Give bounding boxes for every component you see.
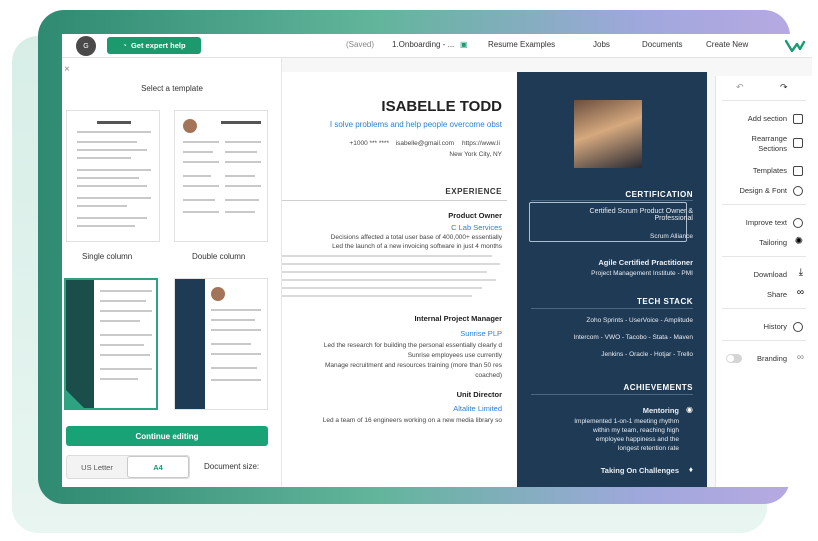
- share-link-icon: ∞: [796, 287, 804, 298]
- cert1-title: Certified Scrum Product Owner & Professi…: [589, 208, 693, 222]
- cert2-title[interactable]: Agile Certified Practitioner: [598, 258, 693, 267]
- lightbulb-icon: ✺: [794, 236, 803, 247]
- panel-title: Select a template: [141, 84, 203, 93]
- avatar[interactable]: G: [76, 36, 96, 56]
- templates-icon: [793, 166, 803, 176]
- cert1-org: Scrum Alliance: [650, 233, 693, 240]
- certification-heading: CERTIFICATION: [625, 190, 693, 199]
- job-company-1[interactable]: C Lab Services: [451, 223, 502, 232]
- resume-preview[interactable]: ISABELLE TODD I solve problems and help …: [282, 72, 707, 487]
- ach1-line-3[interactable]: employee happiness and the: [596, 436, 679, 443]
- profile-photo[interactable]: [574, 100, 642, 168]
- continue-editing-button[interactable]: Continue editing: [66, 426, 268, 446]
- improve-text-icon: [793, 218, 803, 228]
- template-teal-selected[interactable]: [64, 278, 158, 410]
- tech-line-2[interactable]: Intercom - VWO - Tacobo - Stata - Maven: [574, 334, 693, 341]
- history-icon: [793, 322, 803, 332]
- document-size-toggle: US Letter A4: [66, 455, 190, 479]
- job2-bullet-3[interactable]: Manage recruitment and resources trainin…: [325, 362, 502, 369]
- template-double-column[interactable]: [174, 110, 268, 242]
- job3-bullet-1[interactable]: Led a team of 16 engineers working on a …: [323, 417, 502, 424]
- undo-icon[interactable]: ↶: [736, 82, 744, 93]
- tech-line-3[interactable]: Jenkins - Oracle - Hotjar - Trello: [601, 351, 693, 358]
- resume-sidebar: CERTIFICATION Certified Scrum Product Ow…: [517, 72, 707, 487]
- nav-jobs[interactable]: Jobs: [593, 40, 610, 49]
- get-expert-help-button[interactable]: ◔ Get expert help: [107, 37, 201, 54]
- size-us-letter[interactable]: US Letter: [67, 456, 127, 478]
- ach2-title[interactable]: Taking On Challenges: [601, 466, 679, 475]
- job2-bullet-4[interactable]: coached): [475, 372, 502, 379]
- tech-line-1[interactable]: Zoho Sprints - UserVoice - Amplitude: [586, 317, 693, 324]
- url-text[interactable]: https://www.li: [462, 140, 502, 147]
- rearrange-icon: [793, 138, 803, 148]
- resume-name[interactable]: ISABELLE TODD: [381, 98, 502, 115]
- chat-icon: ◔: [122, 41, 127, 50]
- download-icon: ⤓: [798, 267, 803, 278]
- nav-resume-examples[interactable]: Resume Examples: [488, 40, 555, 49]
- caption-double-column: Double column: [192, 252, 246, 261]
- branding-icon: ∞: [796, 352, 804, 363]
- size-a4[interactable]: A4: [127, 456, 189, 478]
- job2-bullet-2[interactable]: Sunrise employees use currently: [408, 352, 502, 359]
- caption-single-column: Single column: [82, 252, 133, 261]
- phone-text[interactable]: +1000 *** ****: [349, 140, 389, 147]
- nav-create-new[interactable]: Create New: [706, 40, 748, 49]
- top-bar: G ◔ Get expert help (Saved) 1.Onboarding…: [62, 34, 812, 58]
- ach1-line-1[interactable]: Implemented 1-on-1 meeting rhythm: [574, 418, 679, 425]
- achievements-heading: ACHIEVEMENTS: [623, 383, 693, 392]
- chat-bubble-icon: ◉: [686, 405, 693, 414]
- template-single-column[interactable]: [66, 110, 160, 242]
- tech-stack-heading: TECH STACK: [637, 297, 693, 306]
- location-text[interactable]: New York City, NY: [449, 151, 502, 158]
- editor-window: G ◔ Get expert help (Saved) 1.Onboarding…: [62, 34, 812, 487]
- flame-icon: ♦: [688, 465, 693, 474]
- template-navy[interactable]: [174, 278, 268, 410]
- experience-heading: EXPERIENCE: [445, 187, 502, 196]
- job1-bullet-1[interactable]: Decisions affected a total user base of …: [331, 234, 502, 241]
- close-icon[interactable]: ×: [64, 64, 70, 75]
- document-title[interactable]: 1.Onboarding - ...: [392, 40, 454, 49]
- document-icon: ▣: [460, 40, 468, 49]
- job2-bullet-1[interactable]: Led the research for building the person…: [324, 342, 502, 349]
- job1-bullet-2[interactable]: Led the launch of a new invoicing softwa…: [332, 243, 502, 250]
- job-title-2[interactable]: Internal Project Manager: [414, 314, 502, 323]
- email-text[interactable]: isabelle@gmail.com: [396, 140, 454, 147]
- cert2-org[interactable]: Project Management Institute - PMI: [591, 270, 693, 277]
- ach1-title[interactable]: Mentoring: [643, 406, 679, 415]
- job-company-2[interactable]: Sunrise PLP: [460, 329, 502, 338]
- saved-status: (Saved): [346, 40, 375, 49]
- expert-label: Get expert help: [130, 41, 186, 50]
- right-toolbar: ↶ ↷ Add section Rearrange Sections Templ…: [715, 76, 812, 487]
- template-panel: × Select a template Single column Double…: [62, 58, 282, 487]
- app-logo-icon[interactable]: [784, 38, 806, 54]
- job-title-3[interactable]: Unit Director: [457, 390, 502, 399]
- palette-icon: [793, 186, 803, 196]
- redo-icon[interactable]: ↷: [780, 82, 788, 93]
- job-company-3[interactable]: Altalite Limited: [453, 404, 502, 413]
- nav-documents[interactable]: Documents: [642, 40, 682, 49]
- ach1-line-4[interactable]: longest retention rate: [618, 445, 679, 452]
- job-title-1[interactable]: Product Owner: [448, 211, 502, 220]
- add-section-icon: [793, 114, 803, 124]
- ach1-line-2[interactable]: within my team, reaching high: [593, 427, 679, 434]
- resume-tagline[interactable]: I solve problems and help people overcom…: [330, 120, 502, 129]
- document-size-label: Document size:: [204, 462, 260, 471]
